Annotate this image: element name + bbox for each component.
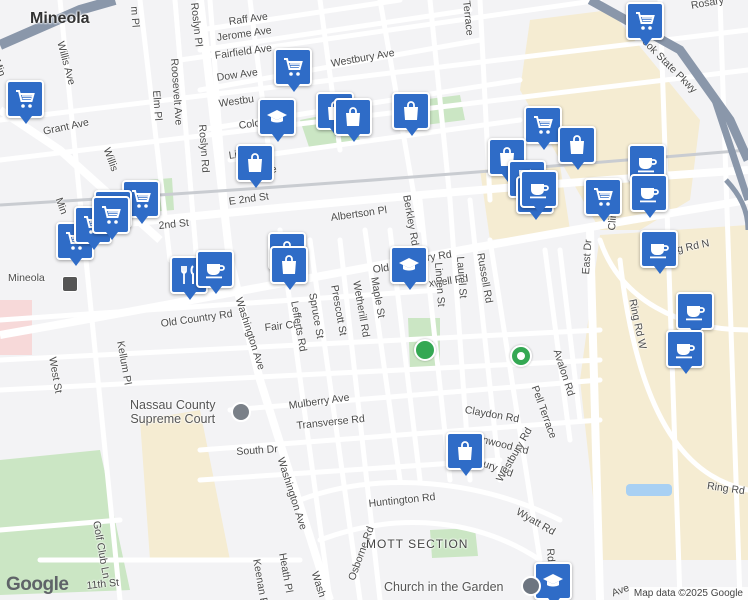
map-attribution[interactable]: Map data ©2025 Google bbox=[628, 587, 748, 600]
park-marker-icon[interactable] bbox=[510, 345, 532, 367]
label-east-dr: East Dr bbox=[580, 239, 595, 275]
coffee-pin[interactable] bbox=[630, 174, 668, 218]
label-elm-pl-top: m Pl bbox=[128, 6, 142, 28]
cart-pin[interactable] bbox=[626, 2, 664, 46]
bag-pin[interactable] bbox=[392, 92, 430, 136]
graduation-cap-icon bbox=[397, 253, 421, 277]
commercial-area-east bbox=[580, 225, 748, 560]
cart-pin[interactable] bbox=[524, 106, 562, 150]
cart-icon bbox=[633, 9, 657, 33]
coffee-icon bbox=[673, 337, 697, 361]
graduation-cap-icon bbox=[265, 105, 289, 129]
coffee-icon bbox=[203, 257, 227, 281]
bag-icon bbox=[399, 99, 423, 123]
park-marker-icon[interactable] bbox=[414, 339, 436, 361]
cart-icon bbox=[281, 55, 305, 79]
commercial-area-south bbox=[140, 410, 230, 560]
cart-pin[interactable] bbox=[92, 196, 130, 240]
cart-pin[interactable] bbox=[274, 48, 312, 92]
cart-pin[interactable] bbox=[6, 80, 44, 124]
label-mineola-station: Mineola bbox=[8, 272, 45, 284]
cart-icon bbox=[129, 187, 153, 211]
bag-icon bbox=[277, 253, 301, 277]
label-elm-pl: Elm Pl bbox=[150, 90, 165, 122]
coffee-icon bbox=[527, 177, 551, 201]
bag-pin[interactable] bbox=[446, 432, 484, 476]
google-logo: Google bbox=[6, 574, 69, 595]
label-court: Nassau County Supreme Court bbox=[130, 398, 216, 426]
cart-icon bbox=[531, 113, 555, 137]
coffee-pin[interactable] bbox=[520, 170, 558, 214]
label-mineola: Mineola bbox=[30, 10, 90, 27]
graduation-cap-icon bbox=[541, 569, 565, 593]
cart-icon bbox=[591, 185, 615, 209]
coffee-icon bbox=[637, 181, 661, 205]
coffee-icon bbox=[683, 299, 707, 323]
pond bbox=[626, 484, 672, 496]
cart-pin[interactable] bbox=[584, 178, 622, 222]
church-icon[interactable] bbox=[521, 576, 541, 596]
train-station-icon[interactable] bbox=[62, 276, 78, 292]
bag-pin[interactable] bbox=[270, 246, 308, 290]
bag-pin[interactable] bbox=[334, 98, 372, 142]
cart-icon bbox=[99, 203, 123, 227]
label-rd-bottom: Rd bbox=[544, 548, 557, 563]
bag-icon bbox=[565, 133, 589, 157]
bag-pin[interactable] bbox=[558, 126, 596, 170]
bag-icon bbox=[243, 151, 267, 175]
bag-icon bbox=[341, 105, 365, 129]
coffee-pin[interactable] bbox=[676, 292, 714, 336]
bag-pin[interactable] bbox=[236, 144, 274, 188]
coffee-pin[interactable] bbox=[666, 330, 704, 374]
graduation-cap-pin[interactable] bbox=[258, 98, 296, 142]
coffee-pin[interactable] bbox=[640, 230, 678, 274]
label-church: Church in the Garden bbox=[384, 580, 504, 594]
courthouse-icon[interactable] bbox=[231, 402, 251, 422]
bag-icon bbox=[453, 439, 477, 463]
label-mott: MOTT SECTION bbox=[366, 537, 469, 551]
coffee-icon bbox=[647, 237, 671, 261]
coffee-pin[interactable] bbox=[196, 250, 234, 294]
map-canvas[interactable]: Mineola Mineola Raff Ave Jerome Ave Fairfiel… bbox=[0, 0, 748, 600]
graduation-cap-pin[interactable] bbox=[390, 246, 428, 290]
coffee-icon bbox=[635, 151, 659, 175]
cart-icon bbox=[13, 87, 37, 111]
